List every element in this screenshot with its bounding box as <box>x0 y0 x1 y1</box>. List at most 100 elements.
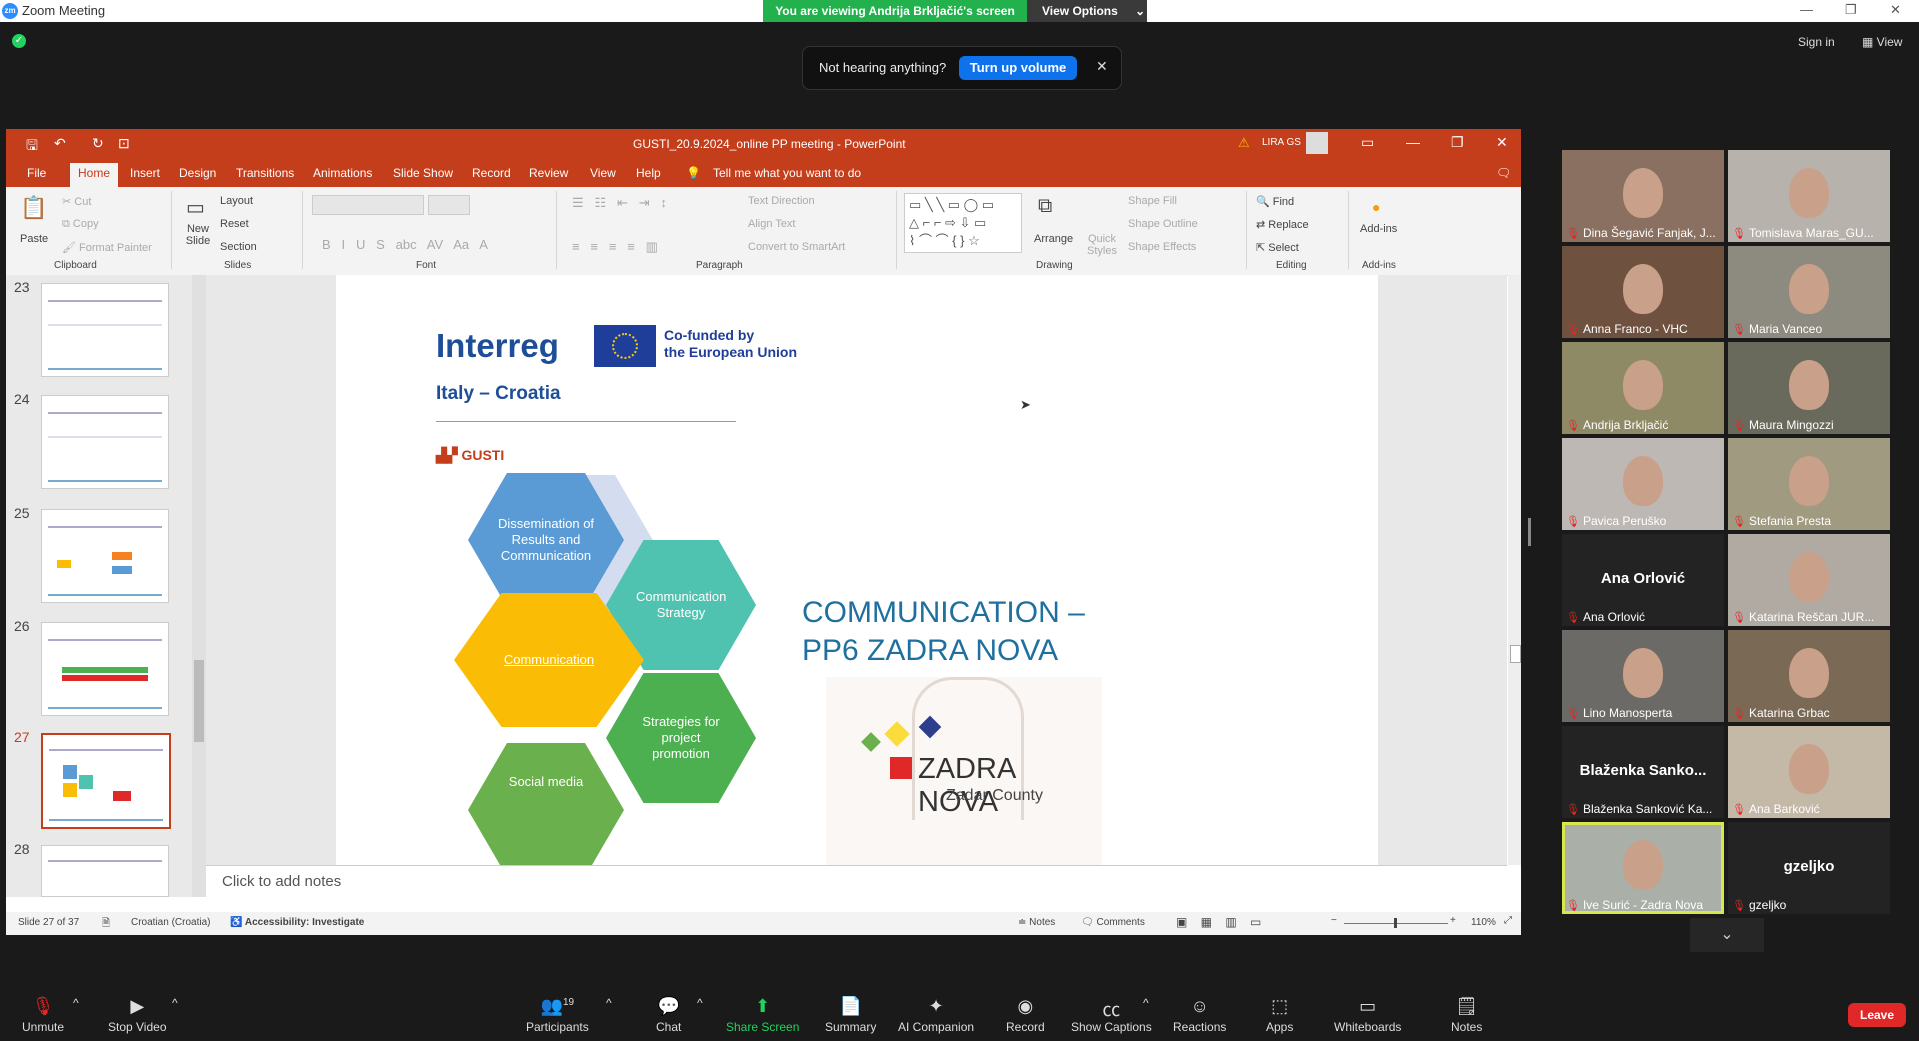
participant-tile[interactable]: 🎙 Stefania Presta <box>1728 438 1890 530</box>
leave-button[interactable]: Leave <box>1848 1003 1906 1027</box>
slide-thumbnail-selected[interactable] <box>41 733 171 829</box>
new-slide-icon[interactable]: ▭ <box>186 195 205 220</box>
participants-button[interactable]: 👥19 Participants <box>526 996 589 1034</box>
participant-tile[interactable]: 🎙 Ana Barković <box>1728 726 1890 818</box>
slide-thumbnails[interactable]: 23 24 25 26 27 28 <box>6 275 206 897</box>
spellcheck-icon[interactable]: 🗎 <box>102 916 110 933</box>
participant-tile[interactable]: 🎙 Dina Šegavić Fanjak, J... <box>1562 150 1724 242</box>
zoom-slider[interactable] <box>1344 918 1448 928</box>
participant-tile[interactable]: 🎙 Katarina Reščan JUR... <box>1728 534 1890 626</box>
slide-scrollbar[interactable] <box>1508 275 1521 865</box>
participant-tile[interactable]: 🎙 Katarina Grbac <box>1728 630 1890 722</box>
comments-toggle[interactable]: 🗨 Comments <box>1081 917 1145 928</box>
undo-icon[interactable]: ↶ <box>54 135 66 152</box>
ai-companion-button[interactable]: ✦ AI Companion <box>898 996 974 1034</box>
toast-close-icon[interactable]: ✕ <box>1096 58 1108 75</box>
shape-fill-button[interactable]: Shape Fill <box>1128 195 1177 207</box>
comment-icon[interactable]: 🗨 <box>1496 166 1511 180</box>
quick-styles-button[interactable]: Quick Styles <box>1082 233 1122 257</box>
tab-insert[interactable]: Insert <box>130 166 160 180</box>
tab-home[interactable]: Home <box>70 163 119 187</box>
fit-slide-icon[interactable]: ⤢ <box>1504 915 1512 926</box>
font-format-buttons[interactable]: B I U S abc AV Aa A <box>322 237 488 252</box>
arrange-icon[interactable]: ⧉ <box>1038 195 1052 218</box>
summary-button[interactable]: 📄 Summary <box>825 996 876 1034</box>
zoom-level[interactable]: 110% <box>1471 917 1496 928</box>
convert-smartart-button[interactable]: Convert to SmartArt <box>748 241 845 253</box>
tab-help[interactable]: Help <box>636 166 661 180</box>
zoom-out-icon[interactable]: − <box>1331 915 1337 926</box>
view-options-button[interactable]: View Options ⌄ <box>1027 0 1147 22</box>
reset-button[interactable]: Reset <box>220 218 249 230</box>
participant-tile[interactable]: 🎙 Andrija Brkljačić <box>1562 342 1724 434</box>
whiteboards-button[interactable]: ▭ Whiteboards <box>1334 996 1401 1034</box>
shapes-gallery[interactable]: ▭ ╲ ╲ ▭ ◯ ▭ △ ⌐ ⌐ ⇨ ⇩ ▭ ⌇ ⌒ ⌒ { } ☆ <box>904 193 1022 253</box>
show-captions-button[interactable]: ㏄ Show Captions <box>1071 996 1152 1034</box>
section-button[interactable]: Section <box>220 241 257 253</box>
slide-editor[interactable]: Interreg Co-funded by the European Union… <box>206 275 1507 877</box>
participant-tile[interactable]: 🎙 Lino Manosperta <box>1562 630 1724 722</box>
accessibility-status[interactable]: ♿ Accessibility: Investigate <box>230 917 364 928</box>
participant-tile[interactable]: gzeljko 🎙 gzeljko <box>1728 822 1890 914</box>
tab-view[interactable]: View <box>590 166 616 180</box>
maximize-icon[interactable]: ❐ <box>1845 2 1857 18</box>
new-slide-button[interactable]: New Slide <box>178 223 218 247</box>
captions-caret[interactable]: ^ <box>1143 996 1149 1010</box>
add-ins-button[interactable]: Add-ins <box>1360 223 1397 235</box>
tab-design[interactable]: Design <box>179 166 216 180</box>
font-name-input[interactable] <box>312 195 424 215</box>
reactions-button[interactable]: ☺ Reactions <box>1173 996 1226 1034</box>
list-buttons[interactable]: ☰ ☷ ⇤ ⇥ ↕ <box>572 195 667 211</box>
find-button[interactable]: 🔍 Find <box>1256 195 1294 208</box>
sign-in-link[interactable]: Sign in <box>1798 35 1835 49</box>
security-shield-icon[interactable]: ✓ <box>12 34 26 48</box>
paste-button[interactable]: Paste <box>20 233 48 245</box>
participant-tile[interactable]: 🎙 Ive Surić - Zadra Nova <box>1562 822 1724 914</box>
ppt-close-icon[interactable]: ✕ <box>1496 134 1508 151</box>
font-size-input[interactable] <box>428 195 470 215</box>
tab-animations[interactable]: Animations <box>313 166 372 180</box>
close-icon[interactable]: ✕ <box>1890 2 1901 18</box>
chat-caret[interactable]: ^ <box>697 996 703 1010</box>
notes-button[interactable]: 🗒 Notes <box>1451 996 1482 1034</box>
minimize-icon[interactable]: — <box>1800 2 1813 17</box>
chat-button[interactable]: 💬 Chat <box>656 996 681 1034</box>
notes-toggle[interactable]: ≐ Notes <box>1018 917 1055 928</box>
warning-icon[interactable]: ⚠ <box>1238 135 1250 151</box>
replace-button[interactable]: ⇄ Replace <box>1256 218 1309 231</box>
slide-thumbnail[interactable] <box>41 622 169 716</box>
slide-thumbnail[interactable] <box>41 395 169 489</box>
participant-tile[interactable]: 🎙 Maura Mingozzi <box>1728 342 1890 434</box>
splitter-handle[interactable] <box>1528 518 1531 546</box>
current-slide[interactable]: Interreg Co-funded by the European Union… <box>336 275 1378 877</box>
view-mode-buttons[interactable]: ▣ ▦ ▥ ▭ <box>1176 915 1261 929</box>
tab-transitions[interactable]: Transitions <box>236 166 294 180</box>
align-buttons[interactable]: ≡ ≡ ≡ ≡ ▥ <box>572 239 658 255</box>
participant-tile[interactable]: Ana Orlović 🎙 Ana Orlović <box>1562 534 1724 626</box>
arrange-button[interactable]: Arrange <box>1034 233 1073 245</box>
zoom-slider-thumb[interactable] <box>1394 918 1397 928</box>
present-icon[interactable]: ⊡ <box>118 135 130 152</box>
add-ins-icon[interactable]: ● <box>1372 199 1380 215</box>
slide-thumbnail[interactable] <box>41 509 169 603</box>
participant-tile[interactable]: 🎙 Tomislava Maras_GU... <box>1728 150 1890 242</box>
slide-thumbnail[interactable] <box>41 845 169 897</box>
audio-options-caret[interactable]: ^ <box>73 996 79 1010</box>
user-avatar[interactable] <box>1306 132 1328 154</box>
scrollbar-thumb[interactable] <box>194 660 204 742</box>
scrollbar-thumb[interactable] <box>1510 645 1521 663</box>
tab-review[interactable]: Review <box>529 166 568 180</box>
view-button[interactable]: ▦ View <box>1862 35 1902 49</box>
participants-caret[interactable]: ^ <box>606 996 612 1010</box>
save-icon[interactable]: 🖫 <box>26 135 38 159</box>
participant-tile[interactable]: Blaženka Sanko... 🎙 Blaženka Sanković Ka..… <box>1562 726 1724 818</box>
layout-button[interactable]: Layout <box>220 195 253 207</box>
paste-icon[interactable]: 📋 <box>20 195 47 221</box>
ppt-minimize-icon[interactable]: — <box>1406 134 1420 150</box>
shape-effects-button[interactable]: Shape Effects <box>1128 241 1196 253</box>
ppt-restore-icon[interactable]: ❐ <box>1451 134 1464 151</box>
tab-slide-show[interactable]: Slide Show <box>393 166 453 180</box>
tab-file[interactable]: File <box>27 166 46 180</box>
align-text-button[interactable]: Align Text <box>748 218 796 230</box>
notes-pane[interactable]: Click to add notes <box>206 865 1507 898</box>
